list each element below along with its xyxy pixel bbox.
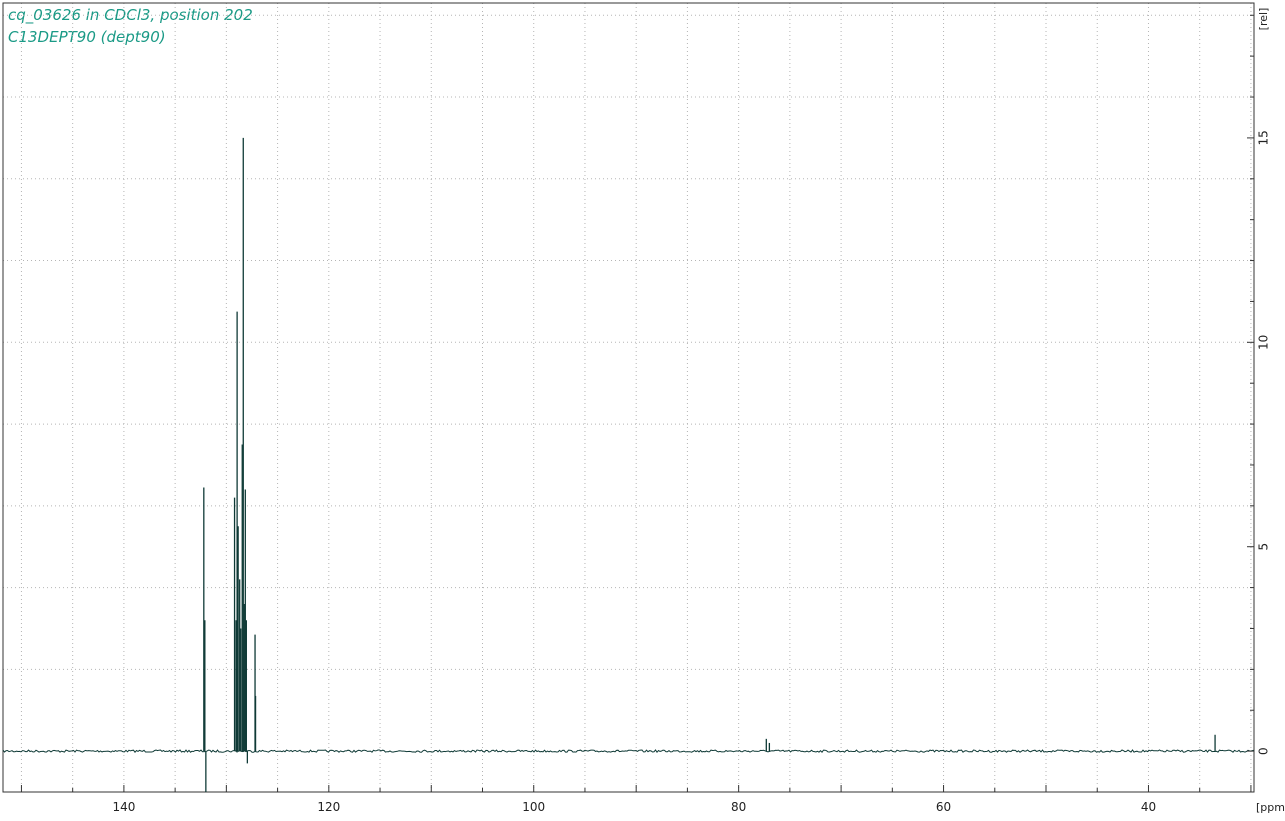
- spectrum-baseline: [2, 749, 1255, 754]
- x-tick-label: 80: [731, 800, 746, 814]
- plot-frame: [2, 2, 1255, 793]
- y-tick-label: 0: [1257, 747, 1271, 755]
- y-tick-label: 5: [1257, 543, 1271, 551]
- x-axis-unit-label: [ppm]: [1256, 801, 1285, 814]
- y-tick-label: 10: [1257, 335, 1271, 350]
- y-axis-unit-label: [rel]: [1257, 8, 1270, 31]
- nmr-spectrum-plot[interactable]: 140 120 100 80 60 40 0 5 10 15 [ppm] [rel]: [0, 0, 1285, 821]
- y-tick-label: 15: [1257, 130, 1271, 145]
- plot-border: [2, 2, 1255, 793]
- x-tick-label: 100: [522, 800, 545, 814]
- x-tick-label: 40: [1141, 800, 1156, 814]
- x-tick-label: 60: [936, 800, 951, 814]
- x-tick-label: 140: [112, 800, 135, 814]
- x-tick-label: 120: [317, 800, 340, 814]
- grid-lines: [3, 3, 1254, 792]
- spectrum-trace: [2, 137, 1255, 792]
